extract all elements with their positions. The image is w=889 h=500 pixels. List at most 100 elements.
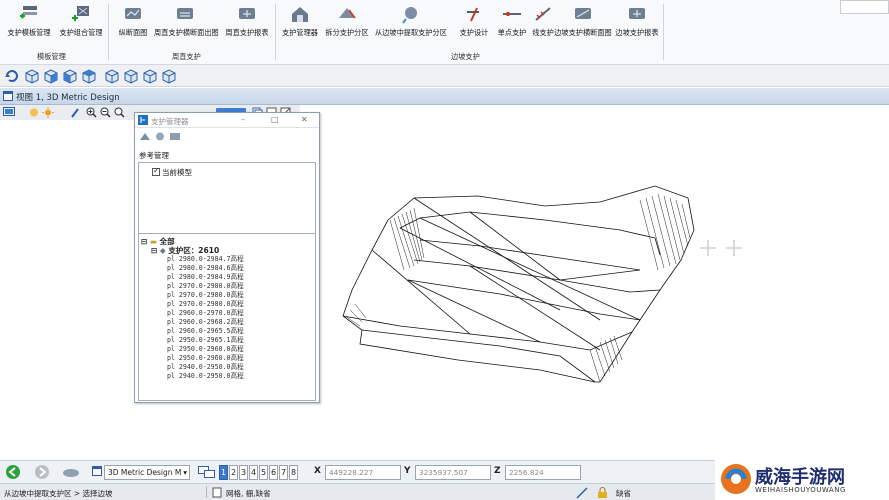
- x-coordinate-field[interactable]: 449228.227: [325, 465, 401, 480]
- ribbon: 支护模板管理 支护组合管理 纵断面图 周直支护横断面出图 周直支护报表 支护管理…: [0, 0, 889, 65]
- view-select[interactable]: 3D Metric Design M ▾: [104, 465, 190, 480]
- view-bottom-icon[interactable]: [43, 68, 59, 84]
- tree-item[interactable]: pl 2940.0-2950.0高程: [167, 370, 244, 380]
- view-front-icon[interactable]: [104, 68, 120, 84]
- view-toolbar: [0, 65, 889, 87]
- view-select-value: 3D Metric Design M: [108, 468, 182, 477]
- group-label-slope: 边坡支护: [451, 52, 480, 61]
- x-label: X: [314, 466, 321, 476]
- reference-list: 当前模型: [138, 162, 316, 235]
- back-arrow-icon[interactable]: [5, 464, 21, 480]
- light-icon[interactable]: [42, 107, 54, 118]
- minimize-icon[interactable]: –: [241, 115, 245, 124]
- site-watermark: 威海手游网 WEIHAISHOUYOUWANG: [715, 460, 889, 500]
- reference-checkbox[interactable]: [152, 166, 160, 176]
- report-icon: [239, 8, 255, 19]
- cross-section-drawing-button[interactable]: 周直支护横断面出图: [154, 4, 219, 44]
- zoom-out-icon[interactable]: [100, 107, 111, 118]
- view-iso-right-icon[interactable]: [161, 68, 177, 84]
- view-title-bar: 视图 1, 3D Metric Design: [0, 88, 889, 105]
- panel-app-icon: [138, 115, 148, 125]
- support-tree: ⊟ ▬ 全部 ⊟ ◆ 支护区：2610 pl 2980.0-2984.7高程 p…: [138, 233, 316, 401]
- watermark-subtitle: WEIHAISHOUYOUWANG: [755, 486, 846, 494]
- window-area-icon[interactable]: [114, 107, 125, 118]
- extract-area-label: 从边坡中提取支护分区: [375, 28, 447, 37]
- slope-report-label: 边坡支护报表: [615, 28, 659, 37]
- add-reference-icon[interactable]: [139, 131, 151, 142]
- y-label: Y: [404, 466, 411, 476]
- view-number-button[interactable]: 6: [269, 465, 278, 480]
- group-label-template: 模板管理: [37, 52, 66, 61]
- forward-arrow-icon[interactable]: [34, 464, 50, 480]
- view-back-icon[interactable]: [123, 68, 139, 84]
- view-attributes-icon[interactable]: [3, 107, 15, 118]
- template-add-icon: [20, 6, 37, 19]
- snap-status: 网格, 栅,缺省: [226, 489, 271, 498]
- lock-icon[interactable]: [597, 486, 608, 499]
- support-report-button[interactable]: 周直支护报表: [218, 4, 276, 44]
- area-icon: ◆: [159, 246, 166, 255]
- cross-section-drawing-label: 周直支护横断面出图: [154, 28, 219, 37]
- view-iso-icon[interactable]: [142, 68, 158, 84]
- slope-report-button[interactable]: 边坡支护报表: [608, 4, 666, 44]
- group-label-tunnel: 周直支护: [172, 52, 201, 61]
- pen-icon[interactable]: [70, 107, 80, 118]
- support-manager-panel: 支护管理器 – □ ✕ 参考管理 当前模型 ⊟ ▬ 全部 ⊟ ◆ 支护区：261…: [134, 112, 320, 403]
- slope-report-icon: [629, 8, 645, 19]
- info-icon: [212, 487, 222, 498]
- z-label: Z: [494, 466, 501, 476]
- watermark-logo-icon: [721, 464, 751, 494]
- signal-icon: [576, 487, 588, 499]
- view-number-button[interactable]: 1: [219, 465, 228, 480]
- reference-label: 参考管理: [139, 151, 169, 160]
- view-number-button[interactable]: 7: [279, 465, 288, 480]
- command-prompt: 从边坡中提取支护区 > 选择边坡: [4, 489, 113, 498]
- status-separator: [206, 486, 207, 498]
- profile-drawing-icon: [125, 8, 141, 19]
- settings-icon[interactable]: [169, 131, 181, 142]
- house-icon: [292, 7, 308, 22]
- y-coordinate-field[interactable]: 3235937.507: [415, 465, 491, 480]
- reference-item[interactable]: 当前模型: [152, 166, 192, 178]
- refresh-icon[interactable]: [154, 131, 166, 142]
- template-manage-label: 支护模板管理: [7, 28, 51, 37]
- maximize-icon[interactable]: □: [271, 115, 279, 124]
- view-right-icon[interactable]: [81, 68, 97, 84]
- split-area-label: 拆分支护分区: [325, 28, 369, 37]
- view-left-icon[interactable]: [62, 68, 78, 84]
- split-icon: [339, 8, 356, 19]
- view-window-icon: [92, 466, 102, 476]
- cross-section-icon: [177, 8, 193, 19]
- zoom-in-icon[interactable]: [86, 107, 97, 118]
- chevron-down-icon: ▾: [183, 468, 187, 477]
- view-window-icon: [3, 91, 13, 101]
- element-selection-icon[interactable]: [62, 465, 84, 479]
- slope-cross-section-label: 边坡支护横断面图: [554, 28, 612, 37]
- split-area-button[interactable]: 拆分支护分区: [318, 4, 376, 44]
- view-number-button[interactable]: 2: [229, 465, 238, 480]
- view-number-button[interactable]: 8: [289, 465, 298, 480]
- close-icon[interactable]: ✕: [301, 115, 308, 124]
- combination-manage-button[interactable]: 支护组合管理: [52, 4, 110, 44]
- template-manage-button[interactable]: 支护模板管理: [0, 4, 58, 44]
- slope-cross-section-button[interactable]: 边坡支护横断面图: [552, 4, 614, 44]
- view-number-button[interactable]: 5: [259, 465, 268, 480]
- rotate-view-icon[interactable]: [4, 68, 20, 84]
- extract-icon: [402, 7, 417, 24]
- view-title: 视图 1, 3D Metric Design: [16, 93, 120, 103]
- panel-title: 支护管理器: [151, 117, 189, 126]
- view-number-button[interactable]: 3: [239, 465, 248, 480]
- view-top-icon[interactable]: [24, 68, 40, 84]
- level-status: 缺省: [616, 489, 631, 498]
- view-group-icon[interactable]: [198, 466, 216, 478]
- extract-area-button[interactable]: 从边坡中提取支护分区: [372, 4, 450, 44]
- panel-toolbar: [135, 128, 319, 144]
- panel-title-bar[interactable]: 支护管理器 – □ ✕: [135, 113, 319, 128]
- view-number-button[interactable]: 4: [249, 465, 258, 480]
- display-style-icon[interactable]: [28, 107, 40, 118]
- combination-icon: [72, 6, 89, 21]
- top-right-control[interactable]: [840, 0, 889, 14]
- support-report-label: 周直支护报表: [225, 28, 269, 37]
- combination-manage-label: 支护组合管理: [59, 28, 103, 37]
- z-coordinate-field[interactable]: 2256.824: [505, 465, 581, 480]
